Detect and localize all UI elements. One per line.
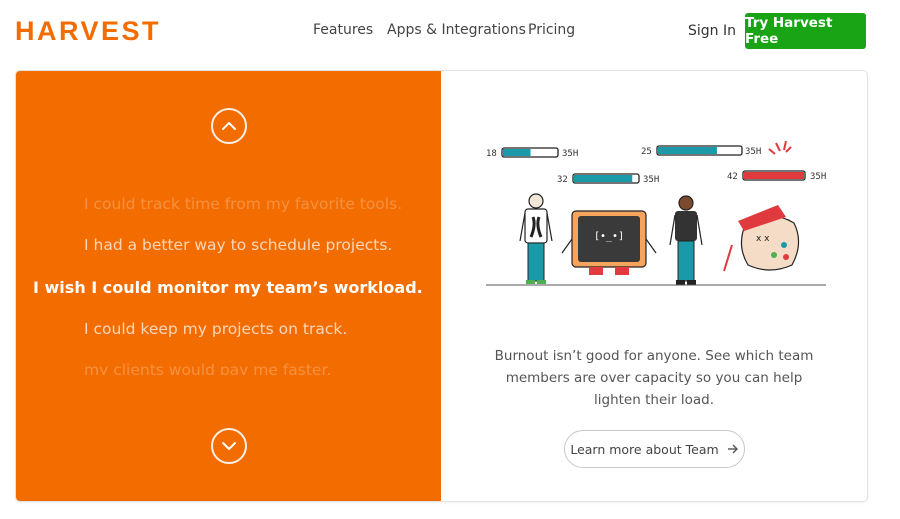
bar-fill bbox=[503, 149, 531, 156]
person-illustration bbox=[669, 195, 703, 285]
feature-card: I could track time from my favorite tool… bbox=[16, 71, 867, 501]
arrow-right-icon bbox=[727, 444, 738, 454]
harvest-logo[interactable]: HARVEST bbox=[15, 16, 161, 47]
svg-text:x x: x x bbox=[756, 234, 770, 244]
phrase-rotator-panel: I could track time from my favorite tool… bbox=[16, 71, 441, 501]
capacity-bar-2: 25 35H bbox=[641, 145, 761, 157]
capacity-bar-3: 32 35H bbox=[557, 173, 659, 185]
bar-max: 35H bbox=[810, 172, 826, 182]
bar-value: 25 bbox=[641, 147, 652, 157]
overloaded-character-illustration: x x bbox=[723, 205, 800, 272]
nav-apps-integrations[interactable]: Apps & Integrations bbox=[387, 22, 526, 38]
learn-more-team-button[interactable]: Learn more about Team bbox=[564, 430, 745, 468]
nav-features[interactable]: Features bbox=[313, 22, 373, 38]
rotator-phrase: I could keep my projects on track. bbox=[84, 320, 348, 338]
learn-more-label: Learn more about Team bbox=[570, 441, 719, 457]
previous-phrase-button[interactable] bbox=[211, 108, 247, 144]
burst-icon bbox=[768, 141, 792, 155]
person-illustration bbox=[519, 193, 553, 284]
bar-max: 35H bbox=[643, 175, 659, 185]
rotator-phrase: my clients would pay me faster. bbox=[84, 361, 332, 375]
bar-max: 35H bbox=[745, 147, 761, 157]
team-workload-illustration: 18 35H 25 35H 32 35H 42 35H [•_•] x x bbox=[486, 141, 826, 286]
chevron-up-icon bbox=[222, 122, 236, 130]
bar-fill bbox=[658, 147, 717, 154]
bar-value: 18 bbox=[486, 149, 497, 159]
chevron-down-icon bbox=[222, 442, 236, 450]
rotator-phrase-active: I wish I could monitor my team’s workloa… bbox=[33, 278, 423, 297]
site-header: HARVEST Features Apps & Integrations Pri… bbox=[0, 0, 900, 62]
bar-max: 35H bbox=[562, 149, 578, 159]
capacity-bar-1: 18 35H bbox=[486, 147, 578, 159]
bar-value: 42 bbox=[727, 172, 738, 182]
nav-pricing[interactable]: Pricing bbox=[528, 22, 575, 38]
rotator-phrase: I had a better way to schedule projects. bbox=[84, 236, 393, 254]
bar-value: 32 bbox=[557, 175, 568, 185]
sign-in-link[interactable]: Sign In bbox=[688, 23, 736, 39]
try-harvest-free-button[interactable]: Try Harvest Free bbox=[745, 13, 866, 49]
bar-fill bbox=[744, 172, 804, 179]
monitor-character-illustration: [•_•] bbox=[561, 210, 657, 275]
bar-fill bbox=[574, 175, 633, 182]
rotator-phrase: I could track time from my favorite tool… bbox=[84, 195, 403, 213]
svg-text:[•_•]: [•_•] bbox=[594, 231, 624, 242]
team-description: Burnout isn’t good for anyone. See which… bbox=[494, 348, 814, 408]
team-feature-panel: 18 35H 25 35H 32 35H 42 35H [•_•] x x Bu… bbox=[441, 71, 867, 501]
next-phrase-button[interactable] bbox=[211, 428, 247, 464]
